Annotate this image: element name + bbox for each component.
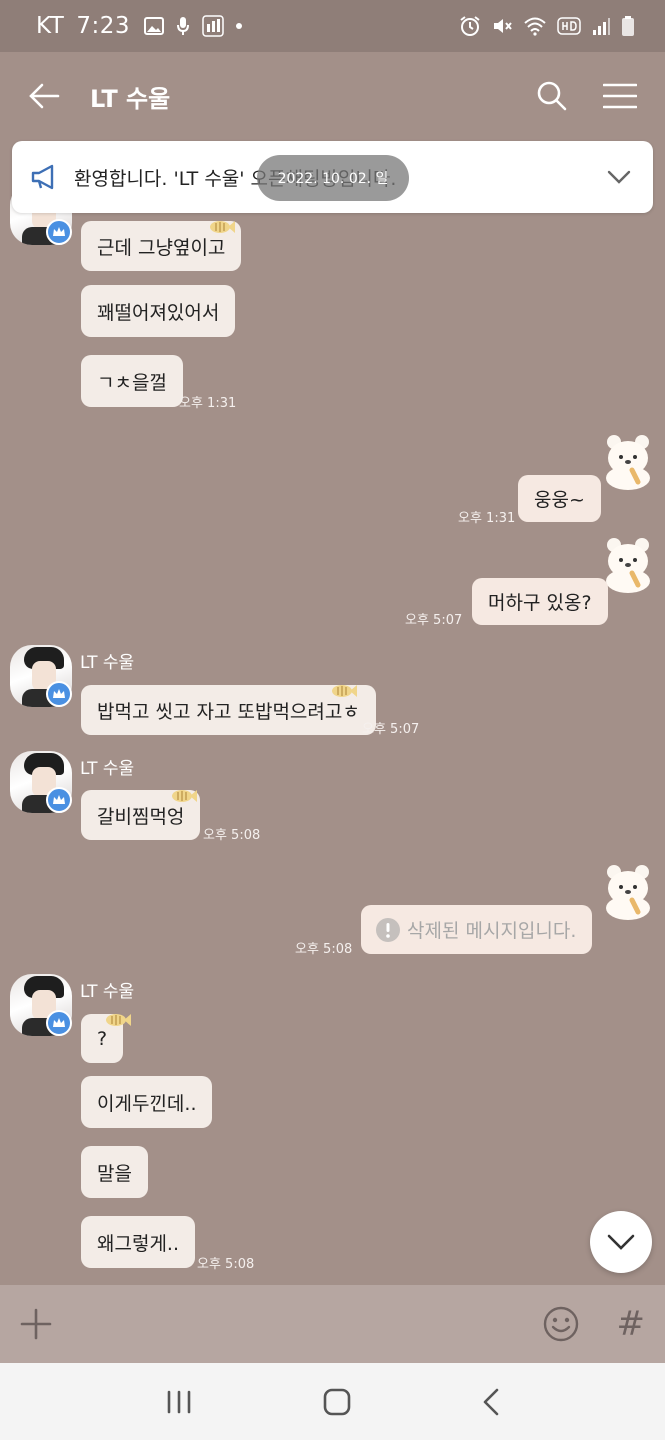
message-bubble[interactable]: 말을	[81, 1146, 148, 1198]
plus-icon[interactable]	[20, 1308, 52, 1340]
home-icon[interactable]	[323, 1388, 351, 1416]
signal-icon	[593, 18, 610, 35]
emoticon-icon[interactable]	[543, 1306, 579, 1342]
alert-icon	[376, 917, 400, 942]
recent-apps-icon[interactable]	[166, 1390, 192, 1414]
message-bubble[interactable]: 꽤떨어져있어서	[81, 285, 236, 337]
bear-profile-icon[interactable]	[602, 535, 654, 593]
back-icon[interactable]	[482, 1388, 500, 1416]
fish-badge-icon	[210, 221, 235, 233]
bear-profile-icon[interactable]	[602, 432, 654, 490]
alarm-icon	[460, 16, 480, 36]
hashtag-search-button[interactable]: #	[617, 1304, 646, 1344]
wifi-icon	[524, 17, 546, 36]
system-nav-bar	[0, 1363, 665, 1440]
carrier-label: KT	[36, 13, 65, 39]
mic-icon	[177, 17, 190, 35]
deleted-message-text: 삭제된 메시지입니다.	[407, 920, 577, 942]
message-input-bar: #	[0, 1285, 665, 1363]
back-arrow-icon[interactable]	[28, 82, 60, 110]
my-message-bubble[interactable]: 웅웅~	[518, 475, 601, 522]
my-message-bubble[interactable]: 머하구 있옹?	[472, 578, 608, 625]
clock: 7:23	[76, 13, 131, 39]
network-5g-icon	[202, 15, 224, 37]
search-icon[interactable]	[537, 81, 567, 111]
message-time: 오후 5:08	[203, 828, 261, 843]
message-time: 오후 5:08	[197, 1257, 255, 1272]
message-time: 오후 1:31	[458, 511, 516, 526]
message-time: 오후 1:31	[179, 396, 237, 411]
fish-badge-icon	[332, 685, 357, 697]
fish-badge-icon	[172, 790, 197, 802]
notification-dot	[236, 23, 243, 29]
crown-badge-icon	[46, 787, 72, 813]
megaphone-icon	[31, 164, 54, 190]
bear-profile-icon[interactable]	[602, 862, 654, 920]
gallery-icon	[144, 17, 165, 35]
chat-title: LT 수울	[90, 84, 171, 113]
sender-name: LT 수울	[80, 653, 135, 673]
crown-badge-icon	[46, 681, 72, 707]
message-bubble[interactable]: 이게두낀데..	[81, 1076, 213, 1128]
chevron-down-icon[interactable]	[607, 170, 631, 184]
crown-badge-icon	[46, 1010, 72, 1036]
menu-icon[interactable]	[603, 83, 637, 109]
status-bar: KT 7:23	[0, 0, 665, 52]
fish-badge-icon	[106, 1014, 131, 1026]
message-time: 오후 5:08	[295, 942, 353, 957]
message-bubble[interactable]: 왜그렇게..	[81, 1216, 195, 1268]
battery-icon	[622, 16, 634, 36]
crown-badge-icon	[46, 219, 72, 245]
message-time: 오후 5:07	[405, 613, 463, 628]
message-bubble[interactable]: ㄱㅊ을껄	[81, 355, 183, 407]
sender-name: LT 수울	[80, 759, 135, 779]
sender-name: LT 수울	[80, 982, 135, 1002]
scroll-to-bottom-button[interactable]	[590, 1211, 652, 1273]
date-pill: 2022. 10. 02. 일	[257, 155, 409, 201]
chevron-down-icon	[607, 1234, 635, 1250]
message-time: 오후 5:07	[362, 722, 420, 737]
mute-icon	[494, 19, 512, 33]
hd-voice-icon	[557, 17, 581, 35]
deleted-message-bubble[interactable]: 삭제된 메시지입니다.	[361, 905, 593, 954]
chat-header: LT 수울	[0, 52, 665, 140]
